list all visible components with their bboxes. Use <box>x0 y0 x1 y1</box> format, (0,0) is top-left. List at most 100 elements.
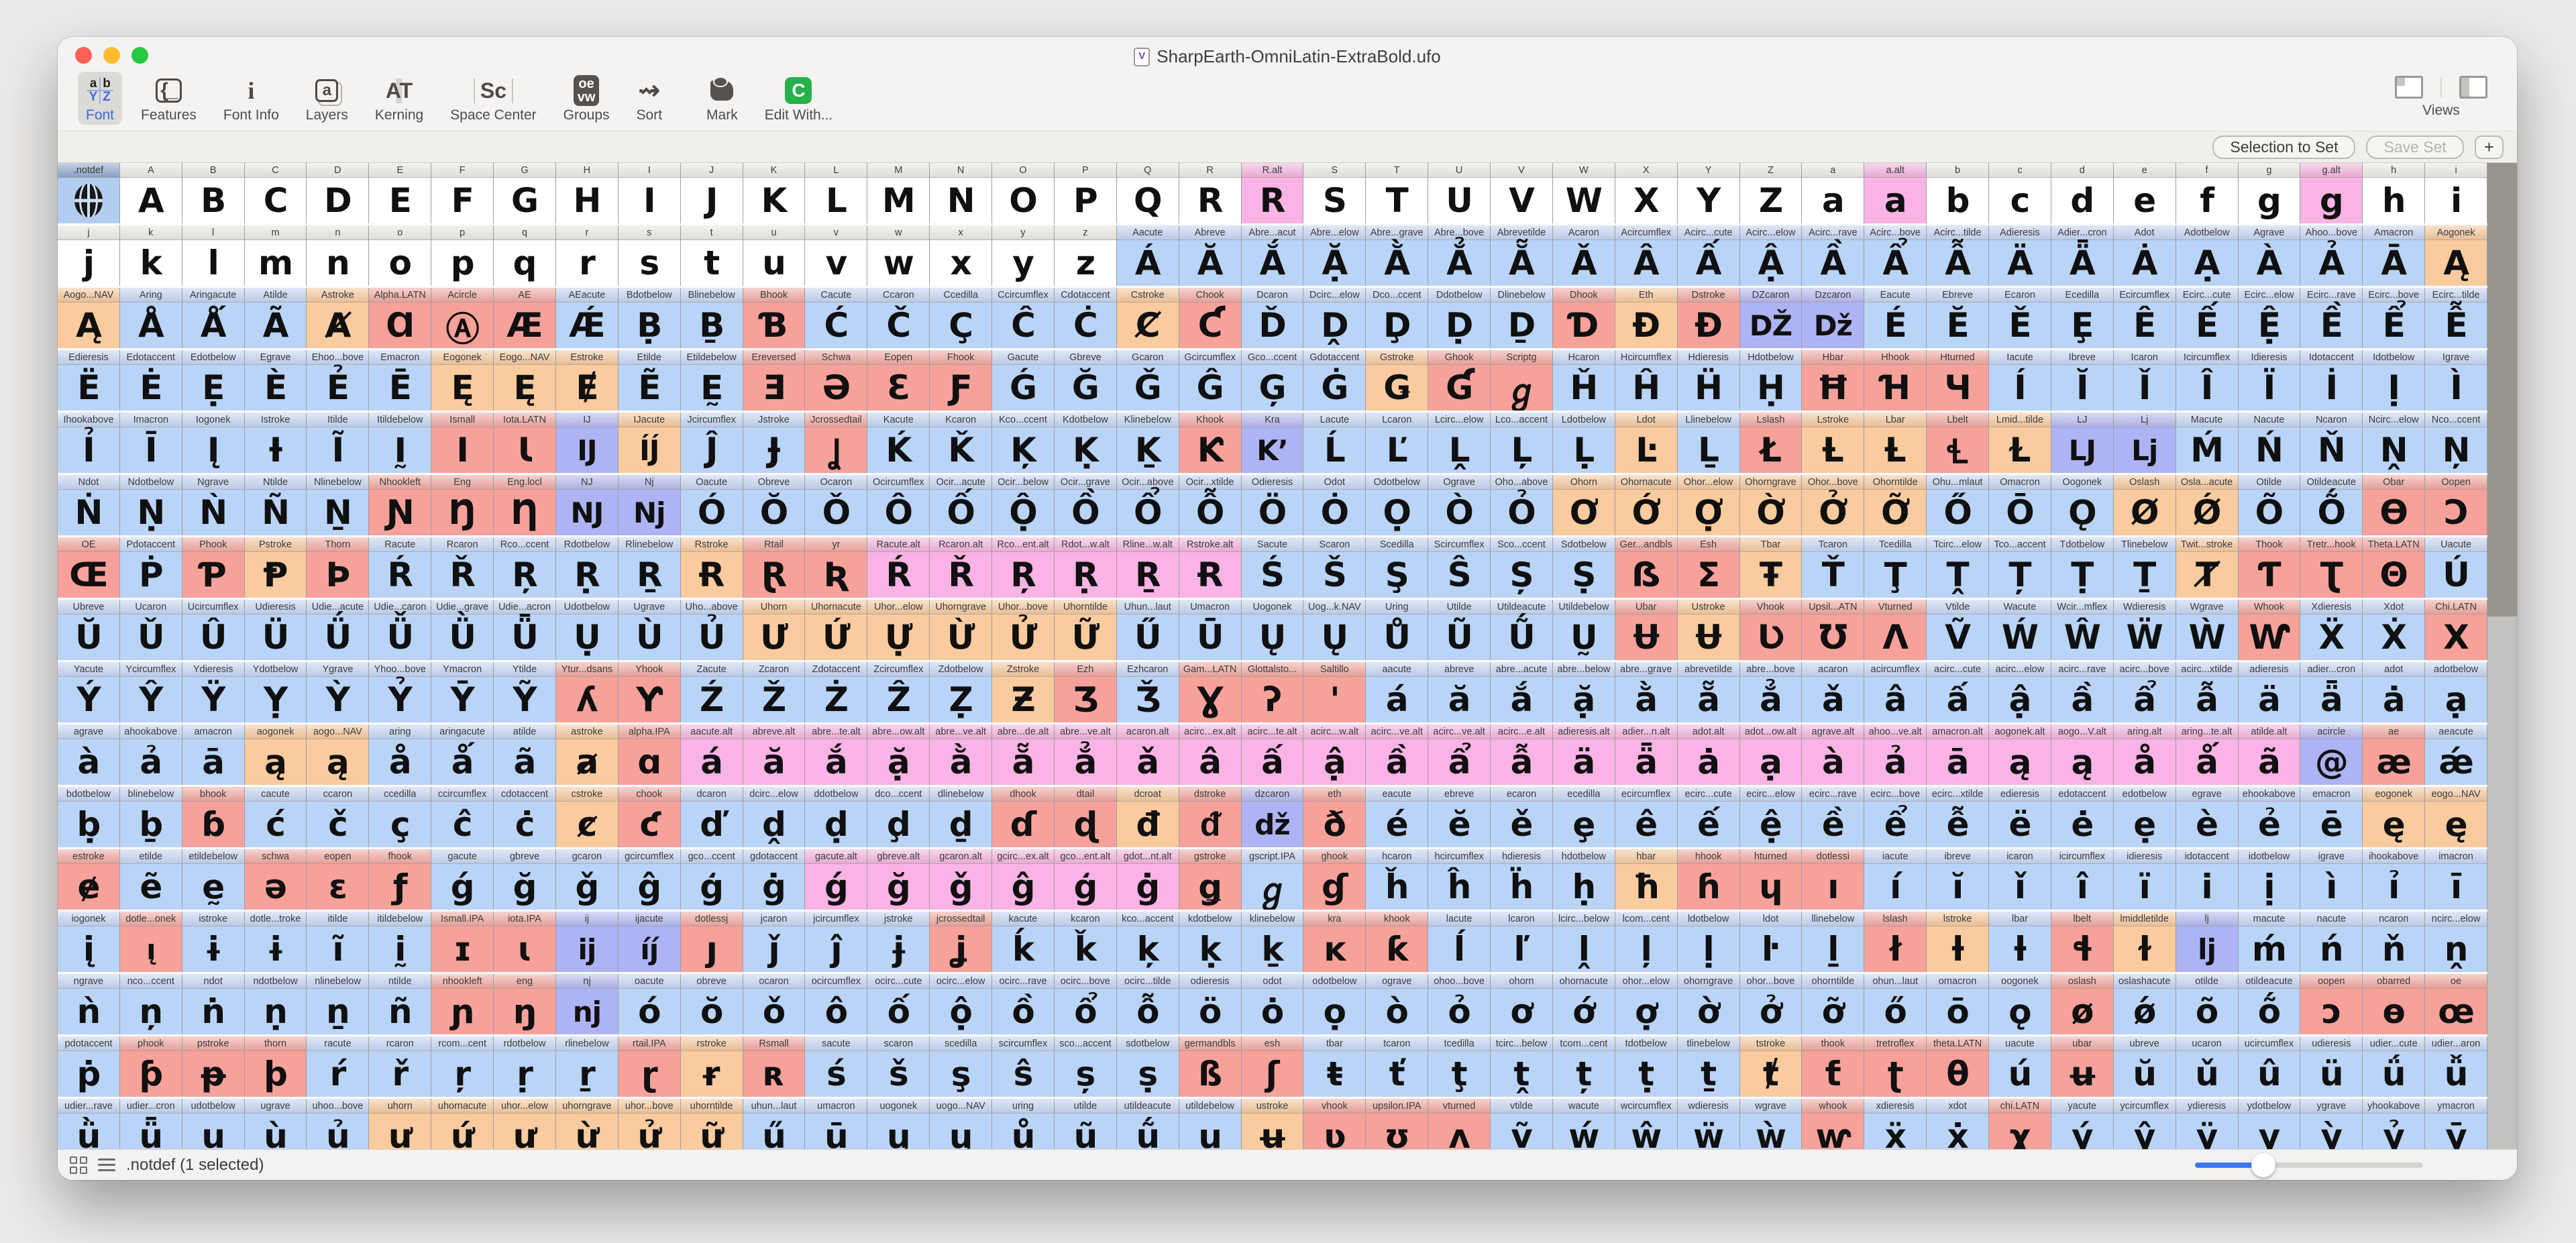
glyph-cell[interactable]: Igrave Ì <box>2425 350 2487 411</box>
glyph-cell[interactable]: oslash ø <box>2051 974 2114 1034</box>
glyph-cell[interactable]: eth ð <box>1303 787 1366 847</box>
glyph-cell[interactable]: igrave ì <box>2300 849 2363 910</box>
glyph-cell[interactable]: odot ȯ <box>1241 974 1304 1034</box>
glyph-cell[interactable]: Gco...ccent Ģ <box>1241 350 1304 411</box>
glyph-cell[interactable]: Nco...ccent Ņ <box>2425 413 2487 473</box>
glyph-cell[interactable]: WW <box>1552 163 1615 223</box>
glyph-cell[interactable]: Ecedilla Ȩ <box>2051 288 2114 348</box>
glyph-cell[interactable]: Zdotaccent Ż <box>805 662 868 722</box>
glyph-cell[interactable]: abre...ve.alt ằ <box>930 724 993 785</box>
glyph-cell[interactable]: racute ŕ <box>307 1036 370 1097</box>
glyph-cell[interactable]: dcaron ď <box>680 787 743 847</box>
glyph-cell[interactable]: Wcir...mflex Ŵ <box>2051 600 2114 660</box>
glyph-cell[interactable]: Scriptg ℊ <box>1491 350 1553 411</box>
glyph-cell[interactable]: Schwa Ə <box>805 350 868 411</box>
glyph-cell[interactable]: Alpha.LATN Ɑ <box>369 288 432 348</box>
glyph-cell[interactable]: ii <box>2425 163 2487 223</box>
glyph-cell[interactable]: Ddotbelow Ḍ <box>1428 288 1491 348</box>
glyph-cell[interactable]: lj lj <box>2176 912 2239 972</box>
glyph-cell[interactable]: Ucircumflex Û <box>182 600 245 660</box>
glyph-cell[interactable]: mm <box>244 225 307 286</box>
glyph-cell[interactable]: Atilde Ã <box>244 288 307 348</box>
glyph-cell[interactable]: Hhook Ɦ <box>1864 350 1927 411</box>
glyph-cell[interactable]: idotaccent i <box>2176 849 2239 910</box>
glyph-cell[interactable]: gstroke ǥ <box>1179 849 1242 910</box>
glyph-cell[interactable]: Macute Ḿ <box>2176 413 2239 473</box>
glyph-cell[interactable]: Eng.locl Ƞ <box>494 475 556 535</box>
glyph-cell[interactable]: CC <box>244 163 307 223</box>
glyph-cell[interactable]: Rstroke.alt Ɍ <box>1179 537 1242 598</box>
glyph-cell[interactable]: Ezhcaron Ǯ <box>1116 662 1179 722</box>
glyph-cell[interactable]: ndotbelow ṇ <box>244 974 307 1034</box>
glyph-cell[interactable]: Astroke Ⱥ <box>307 288 370 348</box>
glyph-cell[interactable]: edieresis ë <box>1989 787 2051 847</box>
glyph-cell[interactable]: Rco...ent.alt Ŗ <box>992 537 1055 598</box>
glyph-cell[interactable]: ocirc...rave ồ <box>992 974 1055 1034</box>
glyph-cell[interactable]: Amacron Ā <box>2363 225 2426 286</box>
glyph-cell[interactable]: Aogonek Ą <box>2425 225 2487 286</box>
glyph-cell[interactable]: YY <box>1677 163 1740 223</box>
glyph-cell[interactable]: AA <box>119 163 182 223</box>
glyph-cell[interactable]: Kco...ccent Ķ <box>992 413 1055 473</box>
glyph-cell[interactable]: Lmid...tilde Ɫ <box>1989 413 2051 473</box>
glyph-cell[interactable]: Ubar Ʉ <box>1615 600 1678 660</box>
glyph-cell[interactable]: egrave è <box>2176 787 2239 847</box>
glyph-cell[interactable]: hcaron ȟ <box>1366 849 1429 910</box>
glyph-cell[interactable]: ocaron ǒ <box>743 974 806 1034</box>
glyph-cell[interactable]: rcom...cent ŗ <box>431 1036 494 1097</box>
glyph-cell[interactable]: pp <box>431 225 494 286</box>
glyph-cell[interactable]: Uhorngrave Ừ <box>930 600 993 660</box>
glyph-cell[interactable]: sacute ś <box>805 1036 868 1097</box>
glyph-cell[interactable]: Dstroke Đ <box>1677 288 1740 348</box>
glyph-cell[interactable]: adier...n.alt ǟ <box>1615 724 1678 785</box>
glyph-cell[interactable]: ohornacute ớ <box>1552 974 1615 1034</box>
glyph-cell[interactable]: Ecircumflex Ê <box>2113 288 2176 348</box>
glyph-cell[interactable]: agrave.alt à <box>1802 724 1865 785</box>
glyph-cell[interactable]: Hdotbelow Ḥ <box>1739 350 1803 411</box>
glyph-cell[interactable]: Rtail Ɽ <box>743 537 806 598</box>
glyph-cell[interactable]: esh ʃ <box>1241 1036 1304 1097</box>
glyph-cell[interactable]: acirc...elow ậ <box>1989 662 2051 722</box>
glyph-cell[interactable]: Yhoo...bove Ỷ <box>369 662 432 722</box>
glyph-cell[interactable]: bdotbelow ḅ <box>58 787 120 847</box>
toolbar-item-features[interactable]: {_ Features <box>133 72 205 125</box>
glyph-cell[interactable]: lcom...cent ļ <box>1615 912 1678 972</box>
glyph-cell[interactable]: Pstroke Ᵽ <box>244 537 307 598</box>
glyph-cell[interactable]: llinebelow ḻ <box>1802 912 1865 972</box>
glyph-cell[interactable]: Lj Lj <box>2113 413 2176 473</box>
glyph-cell[interactable]: ahoo...ve.alt ả <box>1864 724 1927 785</box>
glyph-cell[interactable]: abre...ow.alt ặ <box>867 724 930 785</box>
glyph-cell[interactable]: eng ŋ <box>494 974 556 1034</box>
glyph-cell[interactable]: aogonek ą <box>244 724 307 785</box>
glyph-cell[interactable]: Oogonek Ǫ <box>2051 475 2114 535</box>
glyph-cell[interactable]: Oho...above Ỏ <box>1491 475 1553 535</box>
glyph-cell[interactable]: lbelt ɬ <box>2051 912 2114 972</box>
glyph-cell[interactable]: Iogonek Į <box>182 413 245 473</box>
glyph-cell[interactable]: Acirc...elow Ậ <box>1739 225 1803 286</box>
glyph-cell[interactable]: ijacute íj́ <box>618 912 681 972</box>
glyph-cell[interactable]: Uog...k.NAV Ų <box>1303 600 1366 660</box>
glyph-cell[interactable]: Ohorngrave Ờ <box>1739 475 1803 535</box>
glyph-cell[interactable]: II <box>618 163 681 223</box>
glyph-cell[interactable]: eogonek ę <box>2363 787 2426 847</box>
glyph-cell[interactable]: ll <box>182 225 245 286</box>
glyph-cell[interactable]: emacron ē <box>2300 787 2363 847</box>
glyph-cell[interactable]: ucircumflex û <box>2238 1036 2301 1097</box>
glyph-cell[interactable]: acirc...cute ấ <box>1927 662 1990 722</box>
glyph-cell[interactable]: Ocir...acute Ố <box>930 475 993 535</box>
glyph-cell[interactable]: Gacute Ǵ <box>992 350 1055 411</box>
glyph-cell[interactable]: oo <box>369 225 432 286</box>
glyph-cell[interactable]: RR <box>1179 163 1242 223</box>
glyph-cell[interactable]: Udie...acute Ǘ <box>307 600 370 660</box>
glyph-cell[interactable]: Ecirc...rave Ề <box>2300 288 2363 348</box>
glyph-cell[interactable]: Cstroke Ȼ <box>1116 288 1179 348</box>
glyph-cell[interactable]: Lslash Ł <box>1739 413 1803 473</box>
glyph-cell[interactable]: Jcircumflex Ĵ <box>680 413 743 473</box>
glyph-cell[interactable]: icaron ǐ <box>1989 849 2051 910</box>
glyph-cell[interactable]: Ngrave Ǹ <box>182 475 245 535</box>
glyph-cell[interactable]: Oacute Ó <box>680 475 743 535</box>
glyph-cell[interactable]: Ccircumflex Ĉ <box>992 288 1055 348</box>
glyph-cell[interactable]: XX <box>1615 163 1678 223</box>
glyph-cell[interactable]: Twit...stroke Ⱦ <box>2176 537 2239 598</box>
glyph-cell[interactable]: Kacute Ḱ <box>867 413 930 473</box>
